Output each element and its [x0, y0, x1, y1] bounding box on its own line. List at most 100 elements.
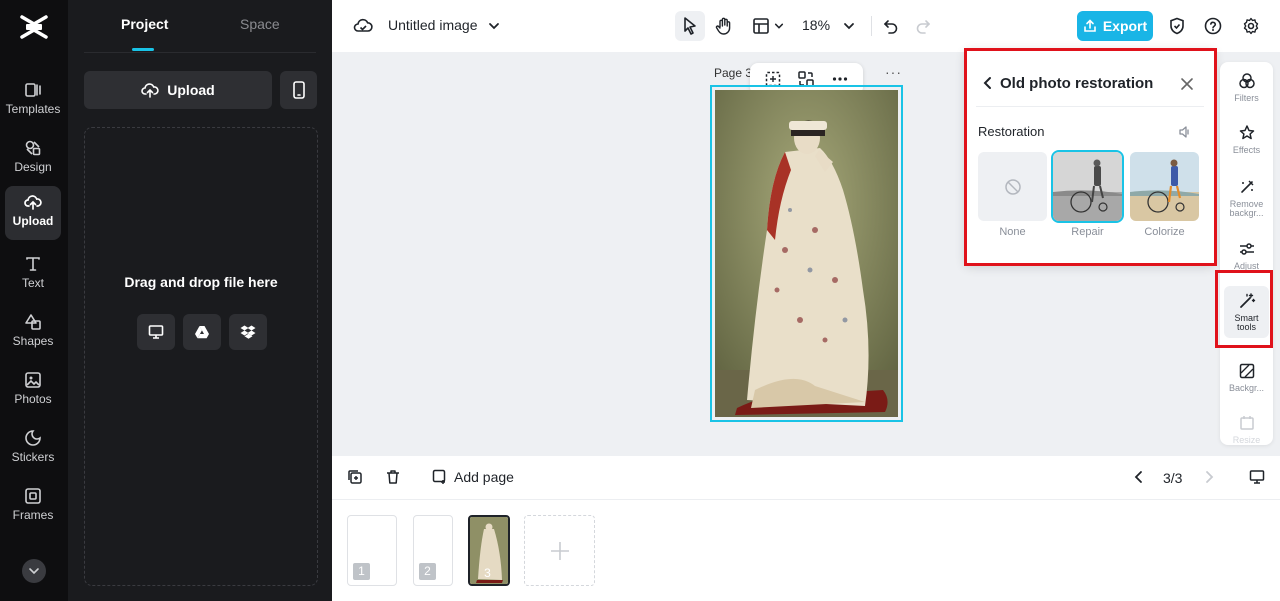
- geisha-photo[interactable]: [715, 90, 898, 417]
- tool-filters[interactable]: Filters: [1224, 72, 1269, 103]
- layout-icon: [753, 18, 769, 34]
- page-label: Page 3: [714, 66, 753, 80]
- cloud-sync-icon[interactable]: [352, 16, 374, 36]
- rail-item-text[interactable]: Text: [5, 248, 61, 302]
- rail-label: Shapes: [12, 334, 54, 348]
- page-thumbnail-1[interactable]: 1: [347, 515, 397, 586]
- option-label-colorize: Colorize: [1144, 226, 1185, 238]
- drop-zone[interactable]: Drag and drop file here: [84, 127, 318, 586]
- page-counter: 3/3: [1163, 470, 1183, 486]
- prev-page-button[interactable]: [1132, 470, 1146, 484]
- duplicate-page-button[interactable]: [346, 468, 364, 486]
- export-button[interactable]: Export: [1077, 11, 1153, 41]
- redo-icon: [916, 20, 931, 34]
- rail-item-upload[interactable]: Upload: [5, 186, 61, 240]
- page-thumbnail-2[interactable]: 2: [413, 515, 453, 586]
- effects-icon: [1239, 125, 1254, 140]
- present-button[interactable]: [1248, 468, 1266, 486]
- popup-divider: [976, 106, 1204, 107]
- rail-more-button[interactable]: [22, 559, 46, 583]
- speaker-icon[interactable]: [1178, 125, 1192, 139]
- page-toolbar: Add page 3/3: [332, 456, 1280, 500]
- rail-item-frames[interactable]: Frames: [5, 480, 61, 534]
- select-tool-button[interactable]: [675, 11, 705, 41]
- project-panel: Project Space Upload Drag and drop file …: [68, 0, 332, 601]
- upload-button-label: Upload: [167, 82, 215, 98]
- page-more-icon[interactable]: ···: [885, 64, 902, 80]
- restoration-option-none[interactable]: [978, 152, 1047, 221]
- tool-remove-background[interactable]: Remove backgr...: [1224, 178, 1269, 218]
- tool-effects[interactable]: Effects: [1224, 124, 1269, 155]
- close-icon[interactable]: [1180, 77, 1194, 91]
- page-number-badge: 3: [484, 566, 491, 580]
- chevron-right-icon: [1206, 471, 1214, 483]
- chevron-down-icon: [29, 568, 39, 575]
- upload-from-computer-button[interactable]: [137, 314, 175, 350]
- rail-label: Stickers: [11, 450, 55, 464]
- selected-image-frame[interactable]: [710, 85, 903, 422]
- restoration-option-colorize[interactable]: [1130, 152, 1199, 221]
- drop-zone-text: Drag and drop file here: [124, 274, 278, 290]
- tab-space[interactable]: Space: [240, 16, 280, 32]
- upload-from-google-drive-button[interactable]: [183, 314, 221, 350]
- delete-page-button[interactable]: [384, 468, 402, 486]
- next-page-button[interactable]: [1202, 470, 1216, 484]
- templates-icon: [25, 83, 41, 97]
- undo-icon: [883, 20, 898, 34]
- tool-smart-tools[interactable]: Smart tools: [1224, 286, 1269, 338]
- rail-item-stickers[interactable]: Stickers: [5, 422, 61, 476]
- phone-icon: [292, 81, 305, 99]
- tool-background[interactable]: Backgr...: [1224, 362, 1269, 393]
- remove-background-icon: [1240, 180, 1253, 193]
- upload-button[interactable]: Upload: [84, 71, 272, 109]
- frames-icon: [25, 488, 41, 504]
- add-page-button[interactable]: Add page: [432, 469, 514, 485]
- shapes-icon: [25, 314, 41, 330]
- page-number-badge: 2: [419, 563, 436, 580]
- panel-divider: [84, 52, 316, 53]
- zoom-level[interactable]: 18%: [802, 17, 830, 33]
- rail-label: Photos: [14, 392, 52, 406]
- undo-button[interactable]: [880, 15, 902, 37]
- restoration-option-repair[interactable]: [1053, 152, 1122, 221]
- rail-label: Design: [14, 160, 52, 174]
- page-thumbnails: 1 2 3: [332, 500, 1280, 601]
- presentation-icon: [1249, 470, 1265, 484]
- google-drive-icon: [195, 326, 209, 339]
- settings-button[interactable]: [1240, 15, 1262, 37]
- add-page-thumbnail-button[interactable]: [524, 515, 595, 586]
- zoom-dropdown-chevron-icon[interactable]: [842, 19, 856, 33]
- tool-resize[interactable]: Resize: [1224, 414, 1269, 445]
- page-thumbnail-3[interactable]: 3: [468, 515, 510, 586]
- rail-item-design[interactable]: Design: [5, 132, 61, 186]
- layout-dropdown-chevron-icon[interactable]: [772, 19, 786, 33]
- rail-item-shapes[interactable]: Shapes: [5, 306, 61, 360]
- magic-wand-icon: [1239, 293, 1255, 308]
- shield-button[interactable]: [1166, 15, 1188, 37]
- shield-icon: [1170, 17, 1184, 35]
- upload-from-dropbox-button[interactable]: [229, 314, 267, 350]
- stickers-icon: [25, 430, 41, 446]
- hand-tool-button[interactable]: [713, 15, 735, 37]
- colorize-preview-image: [1130, 152, 1199, 221]
- add-page-label: Add page: [454, 469, 514, 485]
- tool-label: Remove backgr...: [1229, 199, 1264, 218]
- phone-upload-button[interactable]: [280, 71, 317, 109]
- tool-adjust[interactable]: Adjust: [1224, 240, 1269, 271]
- rail-label: Templates: [5, 102, 61, 116]
- capcut-logo-icon[interactable]: [20, 14, 48, 40]
- redo-button[interactable]: [912, 15, 934, 37]
- old-photo-restoration-panel: Old photo restoration Restoration None R…: [964, 48, 1216, 266]
- upload-cloud-icon: [141, 83, 159, 98]
- text-icon: [26, 257, 40, 271]
- help-button[interactable]: [1202, 15, 1224, 37]
- adjust-sliders-icon: [1239, 243, 1254, 255]
- layout-button[interactable]: [750, 15, 772, 37]
- rail-item-photos[interactable]: Photos: [5, 364, 61, 418]
- back-arrow-icon[interactable]: [982, 76, 994, 90]
- rail-item-templates[interactable]: Templates: [5, 74, 61, 128]
- document-title[interactable]: Untitled image: [388, 17, 478, 33]
- export-button-label: Export: [1102, 18, 1148, 34]
- tab-project[interactable]: Project: [121, 16, 168, 32]
- title-dropdown-chevron-icon[interactable]: [487, 19, 501, 33]
